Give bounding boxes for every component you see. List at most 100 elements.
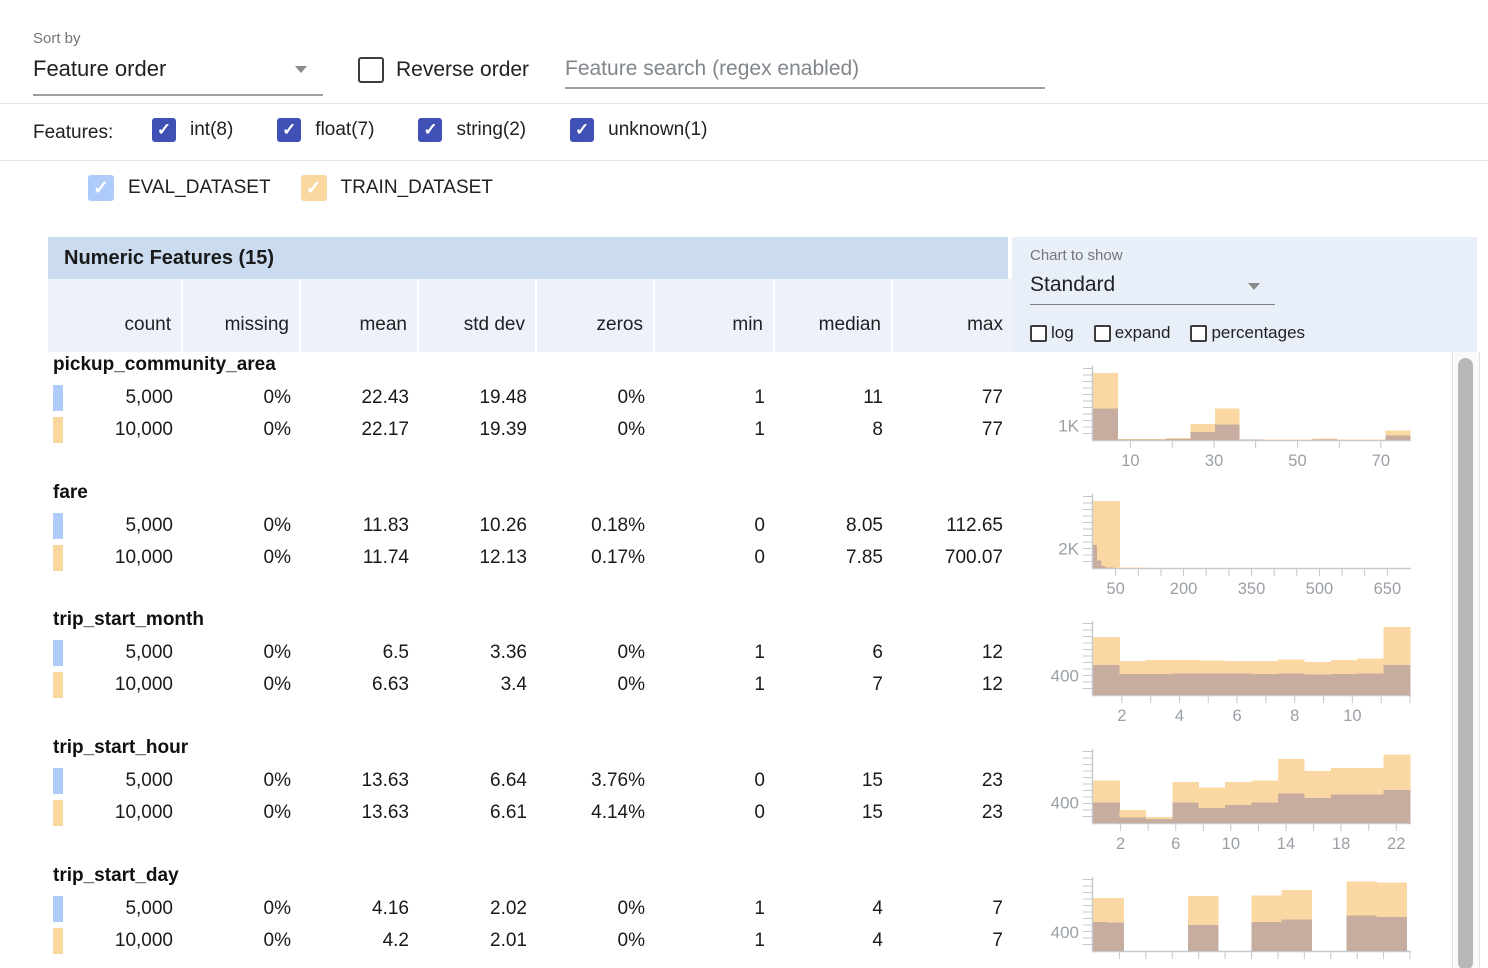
stat-row-train_dataset: 10,0000%6.633.40%1712: [48, 669, 1013, 701]
stat-zeros: 0%: [537, 893, 655, 925]
filter-label: unknown(1): [608, 119, 707, 141]
stats-header-row: countmissingmeanstd devzerosminmedianmax: [48, 279, 1013, 352]
chevron-down-icon: [295, 66, 307, 73]
stat-max: 23: [893, 797, 1013, 829]
header-cell-missing: missing: [183, 279, 301, 352]
filter-label: string(2): [456, 119, 526, 141]
svg-text:400: 400: [1051, 667, 1079, 686]
stat-median: 15: [775, 797, 893, 829]
dataset-color-chip: [53, 513, 63, 539]
dataset-color-chip: [53, 640, 63, 666]
sort-by-select[interactable]: Feature order: [33, 56, 323, 82]
feature-name: trip_start_month: [53, 609, 204, 631]
stat-mean: 13.63: [301, 765, 419, 797]
vertical-scrollbar[interactable]: [1452, 352, 1480, 968]
stat-max: 23: [893, 765, 1013, 797]
filter-checkbox[interactable]: ✓: [152, 118, 176, 142]
dataset-checkbox[interactable]: ✓: [301, 175, 327, 201]
stat-count: 10,000: [48, 925, 183, 957]
facets-overview-app: Sort by Feature order Reverse order Feat…: [0, 0, 1488, 968]
feature-search-input[interactable]: [565, 57, 1045, 89]
stat-max: 112.65: [893, 510, 1013, 542]
stat-count: 5,000: [48, 765, 183, 797]
stat-max: 7: [893, 893, 1013, 925]
stat-missing: 0%: [183, 669, 301, 701]
dataset-label: TRAIN_DATASET: [341, 177, 493, 199]
stat-min: 0: [655, 765, 775, 797]
header-cell-count: count: [48, 279, 183, 352]
stat-mean: 11.83: [301, 510, 419, 542]
stat-missing: 0%: [183, 637, 301, 669]
feature-block-trip_start_day: trip_start_day5,0000%4.162.020%14710,000…: [0, 863, 1488, 968]
filter-checkbox[interactable]: ✓: [570, 118, 594, 142]
stat-std-dev: 3.4: [419, 669, 537, 701]
stat-count: 10,000: [48, 414, 183, 446]
stat-missing: 0%: [183, 925, 301, 957]
stat-std-dev: 6.64: [419, 765, 537, 797]
stat-min: 0: [655, 542, 775, 574]
toggle-label: percentages: [1211, 323, 1305, 343]
stat-median: 8: [775, 414, 893, 446]
feature-type-filter-3: ✓ unknown(1): [570, 118, 707, 142]
svg-text:50: 50: [1288, 452, 1306, 470]
stat-row-eval_dataset: 5,0000%13.636.643.76%01523: [48, 765, 1013, 797]
stat-median: 15: [775, 765, 893, 797]
filter-label: int(8): [190, 119, 233, 141]
expand-checkbox[interactable]: [1094, 325, 1111, 342]
sort-by-label: Sort by: [33, 30, 81, 47]
chart-to-show-label: Chart to show: [1030, 247, 1123, 264]
stat-zeros: 0%: [537, 414, 655, 446]
stat-count: 5,000: [48, 893, 183, 925]
stat-min: 1: [655, 925, 775, 957]
feature-type-filter-0: ✓ int(8): [152, 118, 233, 142]
stat-std-dev: 2.02: [419, 893, 537, 925]
feature-name: fare: [53, 482, 88, 504]
stat-min: 1: [655, 637, 775, 669]
stat-mean: 11.74: [301, 542, 419, 574]
percentages-checkbox[interactable]: [1190, 325, 1207, 342]
svg-text:400: 400: [1051, 793, 1079, 812]
log-checkbox[interactable]: [1030, 325, 1047, 342]
stat-max: 77: [893, 382, 1013, 414]
stat-mean: 22.43: [301, 382, 419, 414]
numeric-features-banner: Numeric Features (15): [48, 237, 1008, 279]
dataset-color-chip: [53, 417, 63, 443]
stat-max: 700.07: [893, 542, 1013, 574]
toggle-expand: expand: [1094, 323, 1171, 343]
stat-std-dev: 10.26: [419, 510, 537, 542]
stat-mean: 6.63: [301, 669, 419, 701]
stat-count: 5,000: [48, 382, 183, 414]
feature-block-fare: fare5,0000%11.8310.260.18%08.05112.6510,…: [0, 480, 1488, 608]
toolbar-divider: [0, 103, 1488, 104]
chart-type-select[interactable]: Standard: [1030, 273, 1275, 297]
histogram-trip_start_hour: 4002610141822: [1035, 735, 1415, 859]
features-filter-label: Features:: [33, 122, 113, 144]
stat-std-dev: 19.48: [419, 382, 537, 414]
filter-checkbox[interactable]: ✓: [277, 118, 301, 142]
feature-name: trip_start_day: [53, 865, 179, 887]
dataset-label: EVAL_DATASET: [128, 177, 271, 199]
svg-text:500: 500: [1306, 580, 1334, 598]
stat-median: 7.85: [775, 542, 893, 574]
feature-chart: 2K50200350500650: [1035, 480, 1415, 604]
stat-zeros: 0%: [537, 637, 655, 669]
reverse-order-checkbox[interactable]: [358, 57, 384, 83]
feature-chart: 400246810: [1035, 607, 1415, 731]
filter-checkbox[interactable]: ✓: [418, 118, 442, 142]
stat-row-eval_dataset: 5,0000%4.162.020%147: [48, 893, 1013, 925]
stat-missing: 0%: [183, 382, 301, 414]
svg-text:2: 2: [1116, 835, 1125, 853]
scrollbar-thumb[interactable]: [1458, 358, 1473, 968]
feature-name: trip_start_hour: [53, 737, 188, 759]
feature-chart: 1K10305070: [1035, 352, 1415, 476]
stat-count: 10,000: [48, 669, 183, 701]
feature-type-filter-1: ✓float(7): [277, 118, 374, 142]
stat-median: 6: [775, 637, 893, 669]
chart-type-value: Standard: [1030, 273, 1115, 296]
stat-min: 1: [655, 669, 775, 701]
dataset-checkbox[interactable]: ✓: [88, 175, 114, 201]
stat-mean: 4.2: [301, 925, 419, 957]
stat-row-train_dataset: 10,0000%11.7412.130.17%07.85700.07: [48, 542, 1013, 574]
feature-chart: 4002610141822: [1035, 735, 1415, 859]
histogram-trip_start_day: 400: [1035, 863, 1415, 968]
